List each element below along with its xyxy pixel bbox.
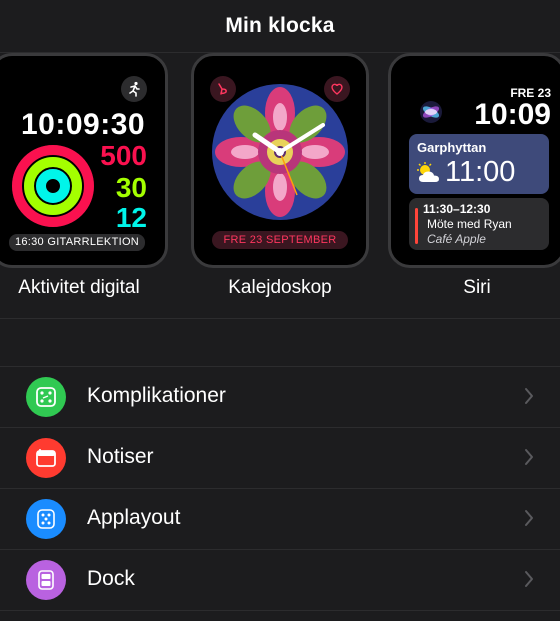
kaleidoscope-dial <box>212 84 348 220</box>
chevron-right-icon <box>525 571 533 587</box>
watch-face-name: Siri <box>463 277 491 298</box>
settings-row-notiser[interactable]: Notiser <box>0 428 560 489</box>
watch-face-preview[interactable]: FRE 23 SEPTEMBER <box>191 53 369 268</box>
watch-face-preview[interactable]: 10:09:30 500 30 12 16:30 GITARRLEKTION <box>0 53 168 268</box>
calendar-place: Café Apple <box>427 232 486 246</box>
settings-row-label: Applayout <box>87 506 181 529</box>
watch-time: 10:09:30 <box>21 108 146 141</box>
stand-value: 12 <box>115 202 147 233</box>
watch-face-name: Kalejdoskop <box>228 277 332 298</box>
app-layout-icon <box>26 499 66 539</box>
settings-list: Komplikationer Notiser Applayout Dock <box>0 366 560 611</box>
settings-row-dock[interactable]: Dock <box>0 550 560 611</box>
dock-icon <box>26 560 66 600</box>
calendar-color-bar <box>415 208 418 244</box>
activity-rings <box>12 145 94 227</box>
watch-face-name: Aktivitet digital <box>18 277 140 298</box>
exercise-value: 30 <box>115 172 147 203</box>
page-title: Min klocka <box>225 14 335 37</box>
settings-row-label: Dock <box>87 567 135 590</box>
running-figure-icon <box>121 76 147 102</box>
chevron-right-icon <box>525 449 533 465</box>
calendar-card: 11:30–12:30 Möte med Ryan Café Apple <box>409 198 549 250</box>
settings-row-label: Komplikationer <box>87 384 226 407</box>
watch-time: 10:09 <box>474 98 551 131</box>
chevron-right-icon <box>525 388 533 404</box>
complications-icon <box>26 377 66 417</box>
calendar-time: 11:30–12:30 <box>423 202 491 216</box>
move-value: 500 <box>100 140 147 171</box>
siri-icon <box>420 101 442 123</box>
date-complication: FRE 23 SEPTEMBER <box>212 231 348 249</box>
calendar-event: 16:30 GITARRLEKTION <box>9 234 145 251</box>
settings-row-applayout[interactable]: Applayout <box>0 489 560 550</box>
partly-cloudy-icon <box>417 162 439 182</box>
notifications-icon <box>26 438 66 478</box>
settings-row-komplikationer[interactable]: Komplikationer <box>0 367 560 428</box>
navigation-bar: Min klocka <box>0 0 560 53</box>
weather-card: Garphyttan 11:00 <box>409 134 549 194</box>
weather-value: 11:00 <box>445 156 516 188</box>
settings-row-label: Notiser <box>87 445 154 468</box>
watch-face-gallery[interactable]: 10:09:30 500 30 12 16:30 GITARRLEKTION A… <box>0 53 560 319</box>
chevron-right-icon <box>525 510 533 526</box>
weather-location: Garphyttan <box>417 140 487 155</box>
calendar-title: Möte med Ryan <box>427 217 512 231</box>
watch-face-preview[interactable]: FRE 23 10:09 Garphyttan 11:00 11:30–12:3… <box>388 53 560 268</box>
